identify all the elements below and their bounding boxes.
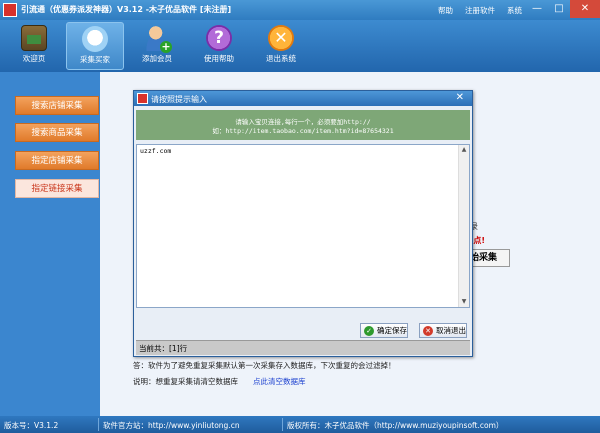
dialog-logo-icon [137,93,148,104]
confirm-save-label: 确定保存 [377,326,407,335]
status-separator [98,418,99,431]
exit-icon: ✕ [268,25,294,51]
links-textarea[interactable]: uzzf.com ▲ ▼ [136,144,470,308]
toolbar-collect-button[interactable]: 采集买家 [66,22,124,70]
title-bar: 引流通（优惠券派发神器）V3.12 -木子优品软件 [未注册] 帮助 注册软件 … [0,0,600,20]
sidebar-item-specified-link[interactable]: 指定链接采集 [15,179,99,198]
dialog-line-count: 当前共：[1]行 [136,340,470,355]
toolbar-exit-label: 退出系统 [266,54,296,63]
copyright-text: 版权所有：木子优品软件（http://www.muziyoupinsoft.co… [287,421,504,430]
official-site-text: 软件官方站：http://www.yinliutong.cn [103,421,240,430]
cancel-exit-label: 取消退出 [436,326,466,335]
check-icon: ✓ [364,326,374,336]
sidebar-item-search-shop[interactable]: 搜索店铺采集 [15,96,99,115]
sidebar: 搜索店铺采集 搜索商品采集 指定店铺采集 指定链接采集 [0,72,100,416]
toolbar-help-label: 使用帮助 [204,54,234,63]
dialog-hint-line2: 如：http://item.taobao.com/item.htm?id=876… [212,127,394,135]
dialog-title: 请按照提示输入 [151,95,207,104]
window-title: 引流通（优惠券派发神器）V3.12 -木子优品软件 [未注册] [21,5,232,14]
maximize-button[interactable]: □ [548,0,570,18]
minimize-button[interactable]: — [526,0,548,18]
clear-database-link[interactable]: 点此清空数据库 [253,376,306,387]
answer-text: 答：软件为了避免重复采集默认第一次采集存入数据库，下次重复的会过滤掉！ [133,361,396,370]
toolbar-collect-label: 采集买家 [80,55,110,64]
version-text: 版本号：V3.1.2 [4,421,59,430]
top-menu-links: 帮助 注册软件 系统 [438,5,522,16]
sidebar-item-search-product[interactable]: 搜索商品采集 [15,123,99,142]
textarea-content: uzzf.com [140,147,172,155]
dialog-close-icon[interactable]: ✕ [456,92,464,103]
toolbar-welcome-label: 欢迎页 [22,54,46,63]
confirm-save-button[interactable]: ✓ 确定保存 [360,323,408,338]
home-icon [21,25,47,51]
system-link[interactable]: 系统 [507,5,522,16]
help-icon: ? [206,25,232,51]
register-link[interactable]: 注册软件 [465,5,495,16]
close-button[interactable]: ✕ [570,0,600,18]
help-link[interactable]: 帮助 [438,5,453,16]
vertical-scrollbar[interactable]: ▲ ▼ [458,145,469,307]
cancel-icon: ✕ [423,326,433,336]
toolbar-exit-button[interactable]: ✕ 退出系统 [252,22,310,70]
sidebar-item-specified-shop[interactable]: 指定店铺采集 [15,151,99,170]
note-text: 说明：想重复采集请清空数据库 [133,377,238,386]
dialog-title-bar: 请按照提示输入 ✕ [134,91,472,106]
collect-icon [82,26,108,52]
toolbar-add-member-button[interactable]: 添加会员 [128,22,186,70]
add-user-icon [144,25,172,53]
toolbar-welcome-button[interactable]: 欢迎页 [5,22,63,70]
toolbar-help-button[interactable]: ? 使用帮助 [190,22,248,70]
cancel-exit-button[interactable]: ✕ 取消退出 [419,323,467,338]
app-logo-icon [3,3,17,17]
scroll-down-icon[interactable]: ▼ [459,297,469,307]
status-bar: 版本号：V3.1.2 软件官方站：http://www.yinliutong.c… [0,416,600,433]
scroll-up-icon[interactable]: ▲ [459,145,469,155]
window-controls: — □ ✕ [526,0,600,18]
toolbar-add-member-label: 添加会员 [142,54,172,63]
dialog-hint-banner: 请输入宝贝连接,每行一个，必须要加http:// 如：http://item.t… [136,110,470,140]
main-toolbar: 欢迎页 采集买家 添加会员 ? 使用帮助 ✕ 退出系统 [0,20,600,72]
input-dialog: 请按照提示输入 ✕ 请输入宝贝连接,每行一个，必须要加http:// 如：htt… [133,90,473,357]
status-separator [282,418,283,431]
